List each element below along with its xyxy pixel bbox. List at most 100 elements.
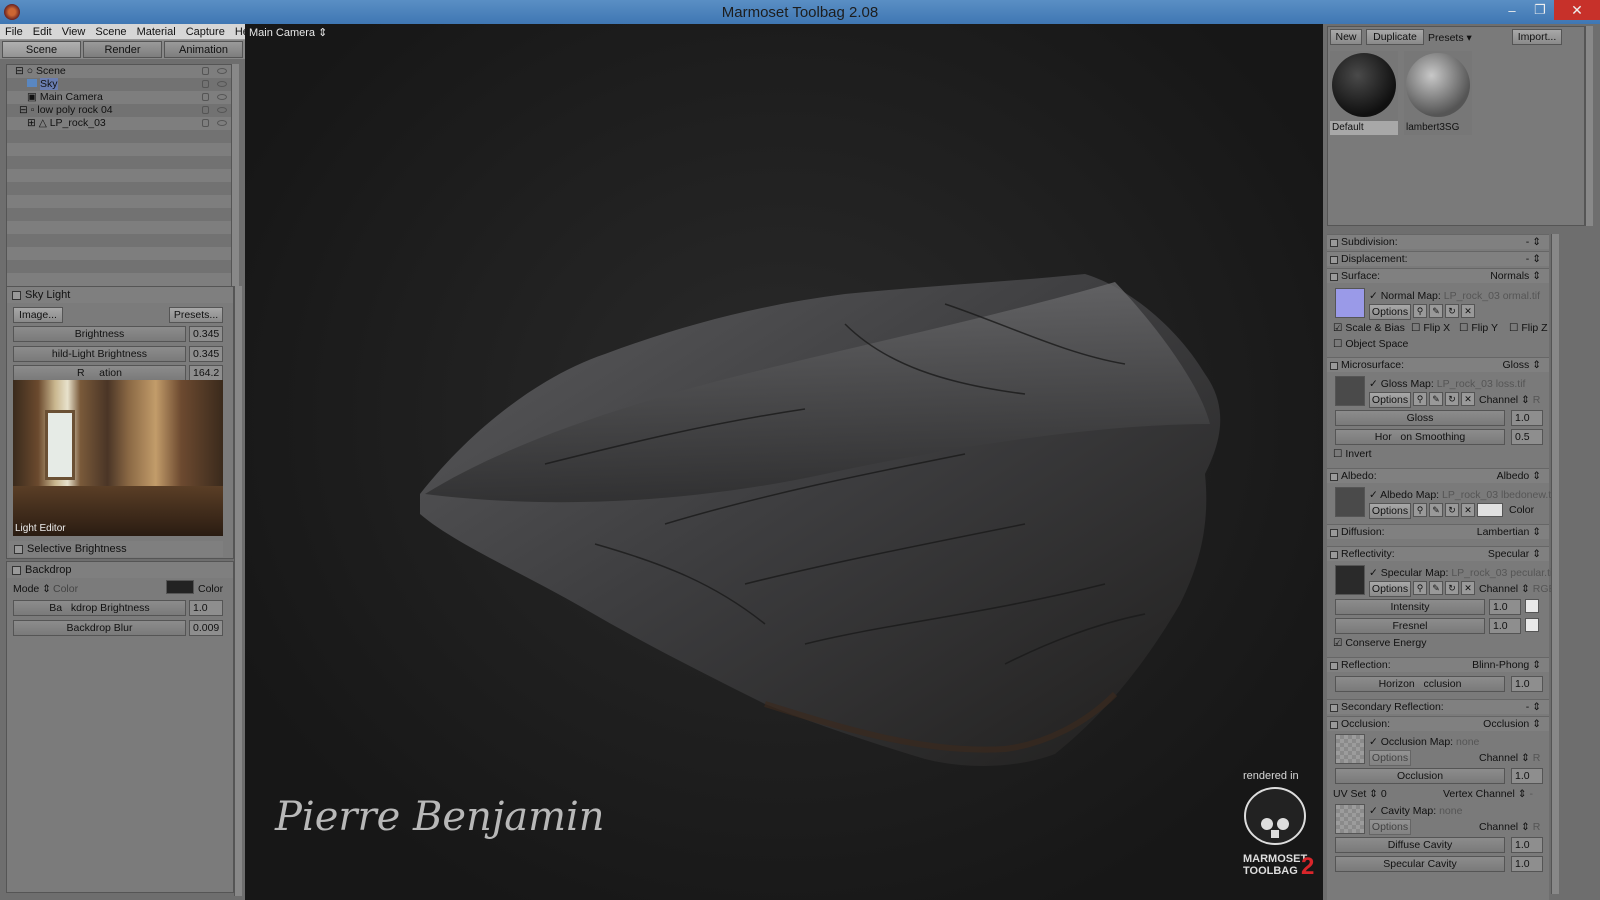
backdrop-blur-slider[interactable]: Backdrop Blur bbox=[13, 620, 186, 636]
mode-value[interactable]: Color bbox=[53, 583, 78, 595]
albedo-map-thumb[interactable] bbox=[1335, 487, 1365, 517]
reflectivity-header[interactable]: Reflectivity: Specular ⇕ bbox=[1327, 546, 1549, 561]
tab-scene[interactable]: Scene bbox=[2, 41, 81, 58]
brightness-slider[interactable]: Brightness bbox=[13, 326, 186, 342]
surface-mode[interactable]: Normals bbox=[1490, 270, 1529, 282]
flip-z-checkbox[interactable]: ☐ Flip Z bbox=[1509, 322, 1548, 334]
albedo-mode[interactable]: Albedo bbox=[1497, 470, 1530, 482]
presets-menu[interactable]: Presets ▾ bbox=[1428, 32, 1472, 44]
occlusion-mode[interactable]: Occlusion bbox=[1483, 718, 1529, 730]
cavity-channel-select[interactable]: Channel ⇕ R bbox=[1479, 821, 1540, 833]
horizon-smoothing-value[interactable]: 0.5 bbox=[1511, 429, 1543, 445]
close-button[interactable]: ✕ bbox=[1554, 0, 1600, 20]
menu-material[interactable]: Material bbox=[132, 26, 181, 38]
reflection-mode[interactable]: Blinn-Phong bbox=[1472, 659, 1529, 671]
pencil-icon[interactable]: ✎ bbox=[1429, 581, 1443, 595]
tree-item-lp-rock[interactable]: ⊞ △ LP_rock_03 bbox=[7, 117, 233, 130]
occlusion-value[interactable]: 1.0 bbox=[1511, 768, 1543, 784]
cavity-options-button[interactable]: Options bbox=[1369, 819, 1411, 835]
diffusion-header[interactable]: Diffusion: Lambertian ⇕ bbox=[1327, 524, 1549, 539]
diffuse-cavity-slider[interactable]: Diffuse Cavity bbox=[1335, 837, 1505, 853]
tab-render[interactable]: Render bbox=[83, 41, 162, 58]
child-light-brightness-slider[interactable]: hild-Light Brightness bbox=[13, 346, 186, 362]
flip-x-checkbox[interactable]: ☐ Flip X bbox=[1411, 322, 1450, 334]
fresnel-color-swatch[interactable] bbox=[1525, 618, 1539, 632]
surface-header[interactable]: Surface: Normals ⇕ bbox=[1327, 268, 1549, 283]
reload-icon[interactable]: ↻ bbox=[1445, 304, 1459, 318]
backdrop-color-swatch[interactable] bbox=[166, 580, 194, 594]
material-list-scrollbar[interactable] bbox=[1585, 26, 1593, 226]
tab-animation[interactable]: Animation bbox=[164, 41, 243, 58]
pencil-icon[interactable]: ✎ bbox=[1429, 304, 1443, 318]
albedo-color-swatch[interactable] bbox=[1477, 503, 1503, 517]
diffuse-cavity-value[interactable]: 1.0 bbox=[1511, 837, 1543, 853]
horizon-smoothing-slider[interactable]: Hor on Smoothing bbox=[1335, 429, 1505, 445]
tree-item-main-camera[interactable]: ▣ Main Camera bbox=[7, 91, 233, 104]
uv-set-select[interactable]: UV Set ⇕ 0 bbox=[1333, 788, 1387, 800]
rotation-slider[interactable]: R ation bbox=[13, 365, 186, 381]
gloss-map-thumb[interactable] bbox=[1335, 376, 1365, 406]
pencil-icon[interactable]: ✎ bbox=[1429, 392, 1443, 406]
normal-map-thumb[interactable] bbox=[1335, 288, 1365, 318]
tree-scrollbar[interactable] bbox=[231, 64, 239, 300]
search-icon[interactable]: ⚲ bbox=[1413, 392, 1427, 406]
reflection-header[interactable]: Reflection: Blinn-Phong ⇕ bbox=[1327, 657, 1549, 672]
material-thumb-lambert3sg[interactable]: lambert3SG bbox=[1404, 51, 1472, 135]
left-panel-scrollbar[interactable] bbox=[234, 286, 242, 896]
specular-cavity-slider[interactable]: Specular Cavity bbox=[1335, 856, 1505, 872]
search-icon[interactable]: ⚲ bbox=[1413, 304, 1427, 318]
scale-bias-checkbox[interactable]: ☑ Scale & Bias bbox=[1333, 322, 1405, 334]
intensity-color-swatch[interactable] bbox=[1525, 599, 1539, 613]
properties-scrollbar[interactable] bbox=[1551, 234, 1559, 894]
maximize-button[interactable]: ❐ bbox=[1526, 0, 1554, 20]
3d-viewport[interactable]: Main Camera ⇕ Pierre Benjamin rendered i… bbox=[245, 24, 1323, 900]
subdivision-header[interactable]: Subdivision: - ⇕ bbox=[1327, 234, 1549, 249]
specular-options-button[interactable]: Options bbox=[1369, 581, 1411, 597]
pencil-icon[interactable]: ✎ bbox=[1429, 503, 1443, 517]
intensity-slider[interactable]: Intensity bbox=[1335, 599, 1485, 615]
vertex-channel-select[interactable]: Vertex Channel ⇕ - bbox=[1443, 788, 1533, 800]
microsurface-mode[interactable]: Gloss bbox=[1502, 359, 1529, 371]
clear-icon[interactable]: ✕ bbox=[1461, 304, 1475, 318]
fresnel-slider[interactable]: Fresnel bbox=[1335, 618, 1485, 634]
sky-light-header[interactable]: Sky Light bbox=[7, 287, 233, 303]
tree-item-sky[interactable]: Sky bbox=[7, 78, 233, 91]
gloss-slider[interactable]: Gloss bbox=[1335, 410, 1505, 426]
rotation-value[interactable]: 164.2 bbox=[189, 365, 223, 381]
material-thumb-default[interactable]: Default bbox=[1330, 51, 1398, 135]
menu-capture[interactable]: Capture bbox=[181, 26, 230, 38]
reload-icon[interactable]: ↻ bbox=[1445, 503, 1459, 517]
occlusion-channel-select[interactable]: Channel ⇕ R bbox=[1479, 752, 1540, 764]
invert-checkbox[interactable]: ☐ Invert bbox=[1333, 448, 1372, 460]
secondary-reflection-header[interactable]: Secondary Reflection: - ⇕ bbox=[1327, 699, 1549, 714]
child-light-brightness-value[interactable]: 0.345 bbox=[189, 346, 223, 362]
gloss-options-button[interactable]: Options bbox=[1369, 392, 1411, 408]
search-icon[interactable]: ⚲ bbox=[1413, 503, 1427, 517]
clear-icon[interactable]: ✕ bbox=[1461, 581, 1475, 595]
flip-y-checkbox[interactable]: ☐ Flip Y bbox=[1459, 322, 1498, 334]
menu-file[interactable]: File bbox=[0, 26, 28, 38]
sky-image-button[interactable]: Image... bbox=[13, 307, 63, 323]
tree-item-low-poly-rock[interactable]: ⊟ ▫ low poly rock 04 bbox=[7, 104, 233, 117]
gloss-value[interactable]: 1.0 bbox=[1511, 410, 1543, 426]
tree-item-scene[interactable]: ⊟ ○ Scene bbox=[7, 65, 233, 78]
object-space-checkbox[interactable]: ☐ Object Space bbox=[1333, 338, 1408, 350]
backdrop-brightness-slider[interactable]: Ba kdrop Brightness bbox=[13, 600, 186, 616]
specular-cavity-value[interactable]: 1.0 bbox=[1511, 856, 1543, 872]
menu-scene[interactable]: Scene bbox=[90, 26, 131, 38]
albedo-header[interactable]: Albedo: Albedo ⇕ bbox=[1327, 468, 1549, 483]
duplicate-material-button[interactable]: Duplicate bbox=[1366, 29, 1424, 45]
microsurface-header[interactable]: Microsurface: Gloss ⇕ bbox=[1327, 357, 1549, 372]
gloss-channel-select[interactable]: Channel ⇕ R bbox=[1479, 394, 1540, 406]
occlusion-header[interactable]: Occlusion: Occlusion ⇕ bbox=[1327, 716, 1549, 731]
occlusion-slider[interactable]: Occlusion bbox=[1335, 768, 1505, 784]
minimize-button[interactable]: – bbox=[1498, 0, 1526, 20]
clear-icon[interactable]: ✕ bbox=[1461, 392, 1475, 406]
reload-icon[interactable]: ↻ bbox=[1445, 581, 1459, 595]
backdrop-brightness-value[interactable]: 1.0 bbox=[189, 600, 223, 616]
brightness-value[interactable]: 0.345 bbox=[189, 326, 223, 342]
new-material-button[interactable]: New bbox=[1330, 29, 1362, 45]
menu-view[interactable]: View bbox=[57, 26, 91, 38]
menu-edit[interactable]: Edit bbox=[28, 26, 57, 38]
cavity-map-thumb[interactable] bbox=[1335, 804, 1365, 834]
